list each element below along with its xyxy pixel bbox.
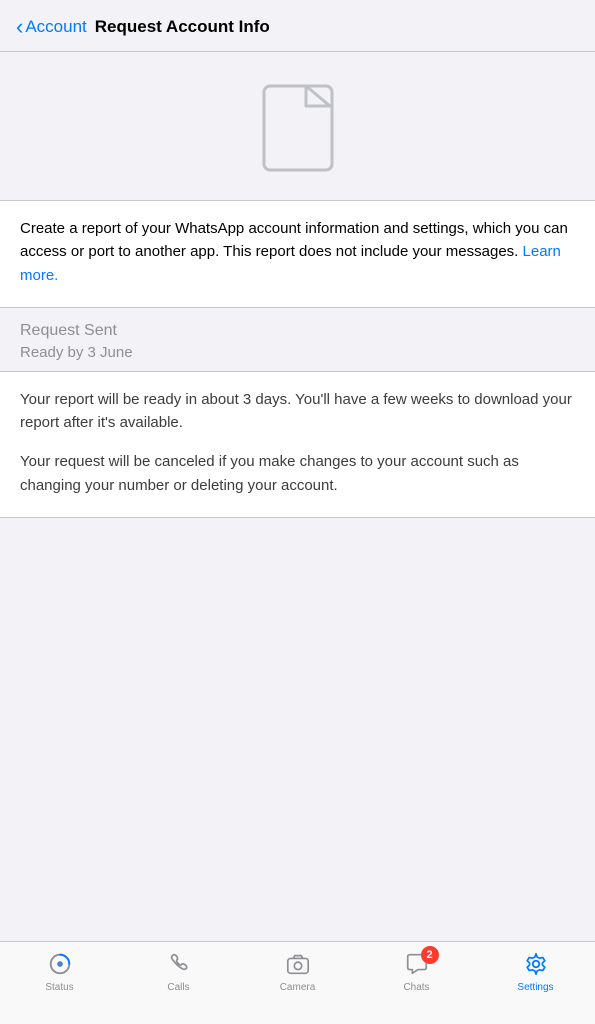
tab-calls-label: Calls: [167, 982, 189, 993]
chats-badge: 2: [421, 946, 439, 964]
tab-status[interactable]: Status: [0, 950, 119, 993]
request-sent-section: Request Sent Ready by 3 June: [0, 308, 595, 371]
request-sent-title: Request Sent: [20, 322, 575, 340]
settings-icon: [522, 950, 550, 978]
document-icon: [262, 84, 334, 172]
tab-settings-label: Settings: [517, 982, 553, 993]
tab-chats[interactable]: 2 Chats: [357, 950, 476, 993]
back-button[interactable]: ‹ Account: [16, 16, 87, 38]
tab-bar: Status Calls Camera 2 Chats: [0, 941, 595, 1024]
tab-camera[interactable]: Camera: [238, 950, 357, 993]
info-paragraph-2: Your request will be canceled if you mak…: [20, 450, 575, 497]
tab-settings[interactable]: Settings: [476, 950, 595, 993]
request-ready-date: Ready by 3 June: [20, 344, 575, 361]
tab-status-label: Status: [45, 982, 73, 993]
info-section: Your report will be ready in about 3 day…: [0, 371, 595, 518]
chats-icon: 2: [403, 950, 431, 978]
tab-camera-label: Camera: [280, 982, 316, 993]
calls-icon: [165, 950, 193, 978]
page-title: Request Account Info: [95, 17, 579, 37]
tab-calls[interactable]: Calls: [119, 950, 238, 993]
back-label: Account: [25, 17, 86, 37]
info-paragraph-1: Your report will be ready in about 3 day…: [20, 388, 575, 435]
description-section: Create a report of your WhatsApp account…: [0, 200, 595, 308]
tab-chats-label: Chats: [403, 982, 429, 993]
navigation-bar: ‹ Account Request Account Info: [0, 0, 595, 52]
icon-section: [0, 52, 595, 200]
status-icon: [46, 950, 74, 978]
description-text: Create a report of your WhatsApp account…: [20, 217, 575, 287]
camera-icon: [284, 950, 312, 978]
chevron-left-icon: ‹: [16, 16, 23, 38]
main-content: Create a report of your WhatsApp account…: [0, 52, 595, 608]
